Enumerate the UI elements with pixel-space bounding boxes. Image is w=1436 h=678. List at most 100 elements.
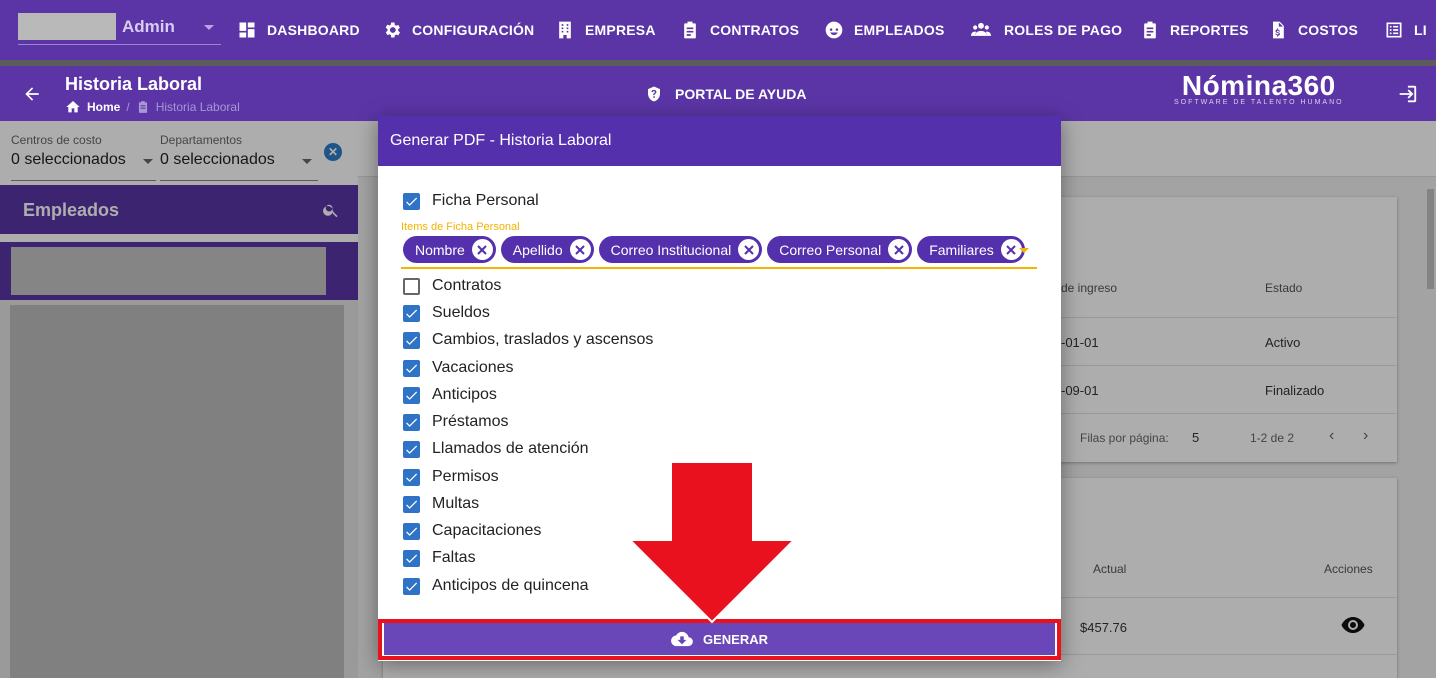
checkbox-prestamos[interactable]: Préstamos: [403, 413, 508, 431]
brand-logo: Nómina360 SOFTWARE DE TALENTO HUMANO: [1174, 70, 1344, 106]
checkbox-checked-icon[interactable]: [403, 468, 420, 486]
chip-label: Apellido: [512, 241, 563, 258]
close-icon[interactable]: [888, 239, 910, 260]
help-portal-label: PORTAL DE AYUDA: [675, 86, 807, 102]
nav-label: REPORTES: [1170, 22, 1249, 38]
breadcrumb: Home / Historia Laboral: [65, 99, 240, 115]
nav-label: COSTOS: [1298, 22, 1359, 38]
checkbox-checked-icon[interactable]: [403, 577, 420, 595]
checkbox-checked-icon[interactable]: [403, 495, 420, 513]
checkbox-label: Multas: [432, 495, 480, 512]
nav-configuracion[interactable]: CONFIGURACIÓN: [382, 19, 534, 41]
top-nav: Admin DASHBOARD CONFIGURACIÓN EMPRESA CO…: [0, 0, 1436, 60]
clipboard-icon: [1144, 21, 1156, 39]
chip-apellido[interactable]: Apellido: [500, 236, 594, 263]
nav-label: CONTRATOS: [710, 22, 800, 38]
chevron-down-icon[interactable]: [204, 25, 214, 30]
checkbox-unchecked-icon[interactable]: [403, 277, 420, 295]
generate-highlight-box: [378, 619, 1061, 660]
checkbox-checked-icon[interactable]: [403, 304, 420, 322]
checkbox-label: Anticipos de quincena: [432, 577, 589, 594]
logo-main: Nómina360: [1181, 70, 1336, 101]
nav-empresa[interactable]: EMPRESA: [555, 19, 656, 41]
checkbox-checked-icon[interactable]: [403, 192, 420, 210]
nav-dashboard[interactable]: DASHBOARD: [237, 19, 360, 41]
checkbox-anticipos[interactable]: Anticipos: [403, 386, 497, 404]
chips-underline: [401, 267, 1037, 269]
checkbox-capacitaciones[interactable]: Capacitaciones: [403, 522, 541, 540]
checkbox-label: Capacitaciones: [432, 522, 542, 539]
checkbox-checked-icon[interactable]: [403, 413, 420, 431]
chip-label: Nombre: [415, 241, 465, 258]
red-arrow-annotation: [628, 462, 796, 624]
breadcrumb-home[interactable]: Home: [87, 100, 120, 114]
checkbox-anticipos-quincena[interactable]: Anticipos de quincena: [403, 577, 589, 595]
role-underline: [18, 44, 221, 45]
chip-label: Correo Institucional: [610, 241, 732, 258]
checkbox-label: Ficha Personal: [432, 192, 539, 209]
logo-sub: SOFTWARE DE TALENTO HUMANO: [1174, 99, 1344, 106]
nav-empleados[interactable]: EMPLEADOS: [824, 19, 944, 41]
checkbox-checked-icon[interactable]: [403, 359, 420, 377]
back-arrow-icon[interactable]: [22, 84, 42, 104]
nav-label: EMPRESA: [585, 22, 656, 38]
nav-roles-de-pago[interactable]: ROLES DE PAGO: [968, 19, 1122, 41]
checkbox-faltas[interactable]: Faltas: [403, 549, 476, 567]
chip-label: Correo Personal: [779, 241, 882, 258]
ficha-items-chips[interactable]: Nombre Apellido Correo Institucional Cor…: [403, 236, 1025, 263]
chip-correo-institucional[interactable]: Correo Institucional: [598, 236, 763, 263]
dashboard-icon: [239, 22, 255, 38]
page-title: Historia Laboral: [65, 74, 203, 94]
close-icon[interactable]: [738, 239, 760, 260]
breadcrumb-separator: /: [126, 100, 130, 114]
help-icon: [648, 86, 660, 102]
checkbox-checked-icon[interactable]: [403, 331, 420, 349]
clipboard-icon: [138, 101, 147, 113]
nav-costos[interactable]: COSTOS: [1268, 19, 1358, 41]
group-icon: [971, 22, 991, 36]
page-header: Historia Laboral Home / Historia Laboral…: [0, 66, 1436, 121]
chip-nombre[interactable]: Nombre: [403, 236, 496, 263]
nav-contratos[interactable]: CONTRATOS: [680, 19, 799, 41]
chip-familiares[interactable]: Familiares: [917, 236, 1025, 263]
user-name-redacted[interactable]: [18, 13, 116, 40]
nav-label: ROLES DE PAGO: [1004, 22, 1123, 38]
home-icon[interactable]: [65, 99, 81, 115]
nav-label: CONFIGURACIÓN: [412, 22, 535, 38]
checkbox-sueldos[interactable]: Sueldos: [403, 304, 490, 322]
building-icon: [559, 21, 571, 39]
nav-li[interactable]: LI: [1384, 19, 1427, 41]
close-icon[interactable]: [569, 239, 591, 260]
checkbox-checked-icon[interactable]: [403, 549, 420, 567]
checkbox-label: Anticipos: [432, 386, 497, 403]
dialog-title: Generar PDF - Historia Laboral: [390, 132, 612, 149]
nav-label: EMPLEADOS: [854, 22, 945, 38]
checkbox-vacaciones[interactable]: Vacaciones: [403, 359, 514, 377]
help-portal-link[interactable]: PORTAL DE AYUDA: [645, 85, 806, 103]
face-icon: [825, 21, 843, 39]
role-selector[interactable]: Admin: [122, 17, 175, 37]
checkbox-cambios[interactable]: Cambios, traslados y ascensos: [403, 331, 653, 349]
checkbox-label: Sueldos: [432, 304, 490, 321]
checkbox-checked-icon[interactable]: [403, 386, 420, 404]
checkbox-llamados[interactable]: Llamados de atención: [403, 440, 589, 458]
list-icon: [1386, 22, 1402, 38]
nav-label: LI: [1414, 22, 1427, 38]
checkbox-multas[interactable]: Multas: [403, 495, 479, 513]
checkbox-label: Préstamos: [432, 413, 509, 430]
checkbox-checked-icon[interactable]: [403, 522, 420, 540]
nav-reportes[interactable]: REPORTES: [1140, 19, 1249, 41]
checkbox-label: Permisos: [432, 468, 499, 485]
checkbox-checked-icon[interactable]: [403, 440, 420, 458]
chevron-down-icon[interactable]: [1019, 248, 1029, 253]
checkbox-contratos[interactable]: Contratos: [403, 277, 501, 295]
checkbox-ficha-personal[interactable]: Ficha Personal: [403, 192, 539, 210]
clipboard-icon: [684, 21, 696, 39]
checkbox-permisos[interactable]: Permisos: [403, 468, 499, 486]
chips-field-label: Items de Ficha Personal: [401, 221, 520, 233]
logout-icon[interactable]: [1396, 83, 1418, 105]
breadcrumb-current: Historia Laboral: [155, 100, 240, 114]
close-icon[interactable]: [471, 239, 493, 260]
chip-correo-personal[interactable]: Correo Personal: [767, 236, 913, 263]
checkbox-label: Cambios, traslados y ascensos: [432, 331, 654, 348]
